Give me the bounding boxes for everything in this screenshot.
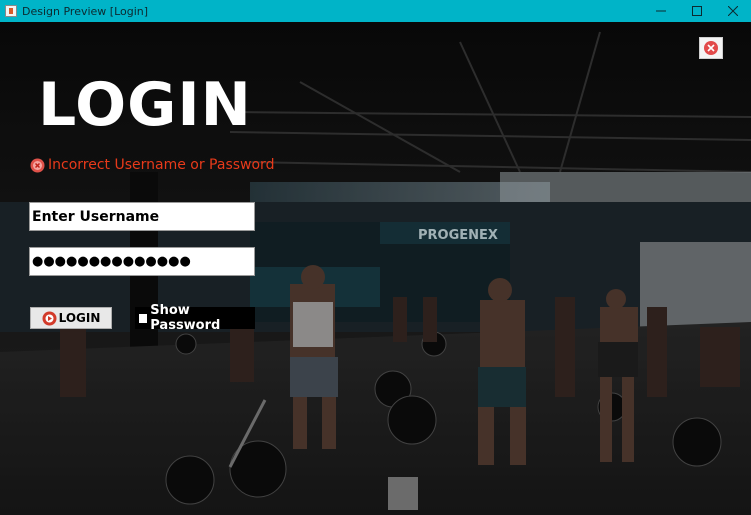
login-panel: PROGENEX LOGIN Incorrect Username or Pas…	[0, 22, 751, 515]
show-password-checkbox[interactable]	[139, 313, 148, 323]
error-text: Incorrect Username or Password	[48, 157, 275, 173]
show-password-toggle[interactable]: Show Password	[135, 303, 255, 333]
show-password-label: Show Password	[150, 303, 221, 333]
exit-icon	[704, 41, 718, 55]
page-title: LOGIN	[38, 70, 252, 140]
minimize-icon	[656, 10, 666, 12]
error-x-icon	[30, 158, 45, 172]
app-icon	[5, 5, 17, 17]
login-button[interactable]: LOGIN	[30, 307, 112, 329]
username-field[interactable]	[29, 202, 255, 231]
maximize-icon	[692, 6, 702, 16]
error-message: Incorrect Username or Password	[30, 156, 274, 174]
login-button-label: LOGIN	[58, 311, 101, 325]
window-titlebar: Design Preview [Login]	[0, 0, 751, 22]
exit-button[interactable]	[699, 37, 723, 59]
window-title: Design Preview [Login]	[22, 4, 149, 18]
window-controls	[643, 0, 751, 22]
login-icon	[42, 311, 57, 325]
close-icon	[728, 6, 738, 16]
minimize-button[interactable]	[643, 0, 679, 22]
password-field[interactable]	[29, 247, 255, 276]
maximize-button[interactable]	[679, 0, 715, 22]
close-window-button[interactable]	[715, 0, 751, 22]
